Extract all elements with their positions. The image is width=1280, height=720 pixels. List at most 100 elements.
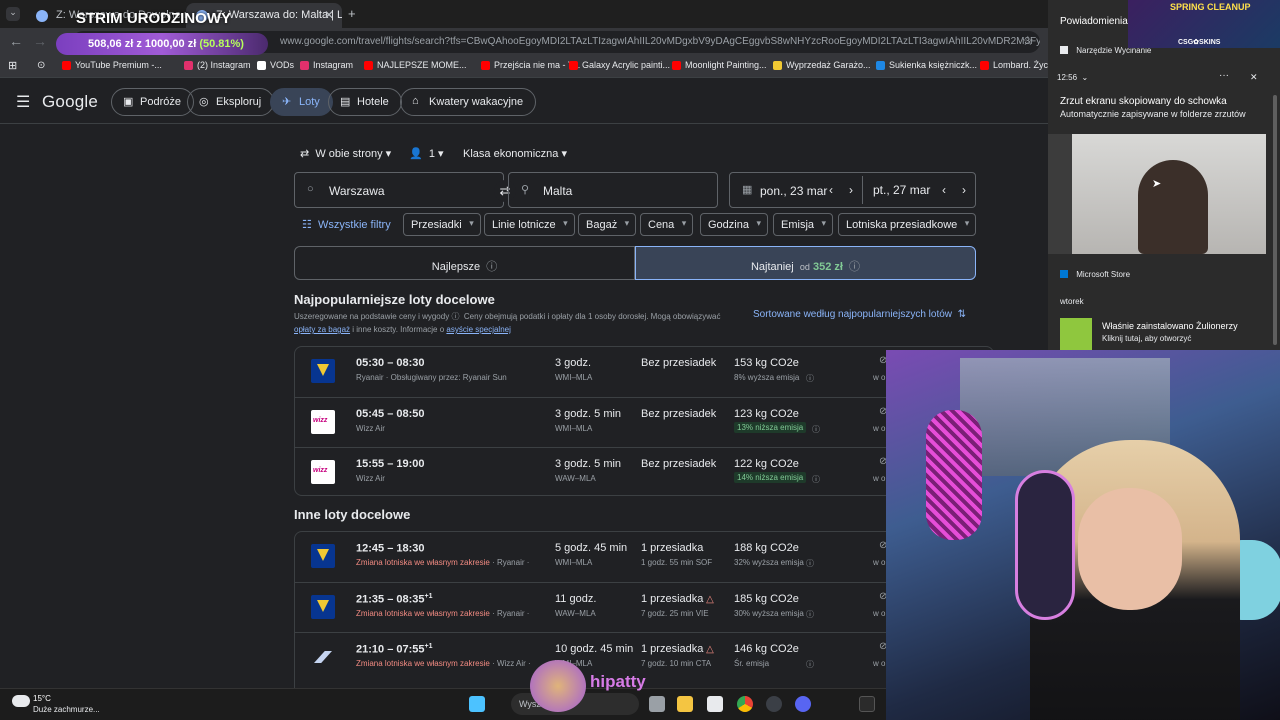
flight-airline: Wizz Air: [356, 474, 385, 483]
cloud-weather-icon[interactable]: [12, 695, 30, 707]
emission-note-text: 13% niższa emisja: [737, 423, 804, 432]
bookmark-item[interactable]: Wyprzedaż Garażo...: [773, 60, 870, 70]
origin-circle-icon: ○: [307, 183, 314, 195]
baggage-fees-link[interactable]: opłaty za bagaż: [294, 325, 350, 334]
filter-button[interactable]: Cena: [640, 213, 694, 236]
bookmark-item[interactable]: Lombard. Życie: [980, 60, 1055, 70]
flight-times: 21:35 – 08:35+1: [356, 593, 432, 606]
screenshot-copied-title[interactable]: Zrzut ekranu skopiowany do schowka: [1060, 96, 1227, 107]
install-title[interactable]: Właśnie zainstalowano Żulionerzy: [1102, 321, 1238, 331]
filter-button[interactable]: Lotniska przesiadkowe: [838, 213, 977, 236]
close-icon[interactable]: ✕: [1250, 72, 1258, 83]
passengers-select[interactable]: 👤 1 ▾: [409, 147, 444, 160]
weather-temp[interactable]: 15°C: [33, 694, 51, 703]
bookmark-item[interactable]: YouTube Premium -...: [62, 60, 162, 70]
return-prev-icon[interactable]: ‹: [942, 183, 946, 197]
main-menu-icon[interactable]: ☰: [16, 92, 30, 112]
sort-tab-cheapest[interactable]: Najtaniej od 352 zł ⓘ: [635, 246, 976, 280]
nav-chip-podroze[interactable]: ▣ Podróże: [111, 88, 194, 116]
all-filters-button[interactable]: ☷ Wszystkie filtry: [302, 218, 391, 231]
filter-button[interactable]: Linie lotnicze: [484, 213, 575, 236]
flight-airline: Zmiana lotniska we własnym zakresie · Ry…: [356, 558, 529, 567]
bookmark-item[interactable]: NAJLEPSZE MOME...: [364, 60, 467, 70]
google-logo[interactable]: Google: [42, 92, 98, 112]
all-filters-label: Wszystkie filtry: [318, 219, 391, 231]
info-icon[interactable]: ⓘ: [806, 659, 814, 670]
bookmark-label: VODs: [270, 60, 295, 70]
nav-chip-eksploruj[interactable]: ◎ Eksploruj: [187, 88, 275, 116]
forward-arrow-icon[interactable]: →: [33, 33, 47, 49]
nav-chip-hotele[interactable]: ▤ Hotele: [328, 88, 402, 116]
task-view-icon[interactable]: [649, 696, 665, 712]
destination-input[interactable]: ⚲ Malta: [508, 172, 718, 208]
filter-button[interactable]: Przesiadki: [403, 213, 481, 236]
filter-label: Godzina: [708, 219, 749, 231]
flight-emission: 185 kg CO2e: [734, 593, 799, 605]
streamer-avatar: [530, 660, 586, 712]
return-date[interactable]: pt., 27 mar: [873, 183, 930, 197]
goal-current: 508,06 zł: [88, 38, 134, 50]
more-options-icon[interactable]: ···: [1219, 70, 1229, 81]
bookmark-item[interactable]: (2) Instagram: [184, 60, 251, 70]
steam-icon[interactable]: [766, 696, 782, 712]
flight-route: WMI–MLA: [555, 373, 593, 382]
sort-popular-label: Sortowane według najpopularniejszych lot…: [753, 309, 953, 320]
file-explorer-icon[interactable]: [677, 696, 693, 712]
bookmark-item[interactable]: Instagram: [300, 60, 353, 70]
note-ranking: Uszeregowane na podstawie ceny i wygody: [294, 312, 450, 321]
close-tab-icon[interactable]: ✕: [324, 8, 334, 22]
sort-popular-button[interactable]: Sortowane według najpopularniejszych lot…: [753, 309, 966, 320]
back-arrow-icon[interactable]: ←: [9, 33, 23, 49]
windows-start-icon[interactable]: [469, 696, 485, 712]
filter-button[interactable]: Godzina: [700, 213, 768, 236]
chrome-icon[interactable]: [737, 696, 753, 712]
stops-label: Bez przesiadek: [641, 357, 717, 369]
airport-change-warning: Zmiana lotniska we własnym zakresie: [356, 659, 490, 668]
depart-date[interactable]: pon., 23 mar: [760, 184, 827, 198]
screenshot-copied-body: Automatycznie zapisywane w folderze zrzu…: [1060, 109, 1246, 119]
store-taskbar-icon[interactable]: [707, 696, 723, 712]
flight-stops: Bez przesiadek: [641, 357, 716, 369]
origin-input[interactable]: ○ Warszawa: [294, 172, 504, 208]
bookmark-item[interactable]: Przejścia nie ma - Y...: [481, 60, 580, 70]
info-icon[interactable]: ⓘ: [812, 474, 820, 485]
row-right-text: w o: [873, 424, 886, 433]
bookmark-item[interactable]: Sukienka księżniczk...: [876, 60, 977, 70]
apps-grid-icon[interactable]: ⊞: [8, 59, 17, 72]
sponsor-top-text: SPRING CLEANUP: [1170, 2, 1251, 12]
filter-button[interactable]: Emisja: [773, 213, 834, 236]
trip-type-select[interactable]: ⇄ W obie strony ▾: [300, 147, 391, 160]
info-icon[interactable]: ⓘ: [806, 609, 814, 620]
chrome-apps-icon[interactable]: ⊙: [37, 60, 45, 71]
discord-icon[interactable]: [795, 696, 811, 712]
special-assistance-link[interactable]: asyście specjalnej: [446, 325, 510, 334]
info-icon[interactable]: ⓘ: [812, 424, 820, 435]
info-icon[interactable]: ⓘ: [806, 558, 814, 569]
store-app-name: Microsoft Store: [1076, 270, 1131, 279]
notification-time[interactable]: 12:56 ⌄: [1057, 73, 1088, 82]
sort-tab-best[interactable]: Najlepsze ⓘ: [294, 246, 635, 280]
info-icon[interactable]: ⓘ: [451, 312, 459, 321]
flight-time: 12:45 – 18:30: [356, 542, 425, 555]
bookmark-item[interactable]: VODs: [257, 60, 294, 70]
depart-prev-icon[interactable]: ‹: [829, 183, 833, 197]
notification-scrollbar[interactable]: [1273, 95, 1277, 345]
filter-label: Cena: [648, 219, 675, 231]
app-icon[interactable]: [859, 696, 875, 712]
bookmark-label: Przejścia nie ma - Y...: [494, 60, 581, 70]
new-tab-button[interactable]: +: [348, 6, 356, 21]
streamer-name: hipatty: [590, 672, 646, 691]
nav-chip-loty[interactable]: ✈ Loty: [270, 88, 333, 116]
nav-chip-kwatery[interactable]: ⌂ Kwatery wakacyjne: [400, 88, 537, 116]
flight-duration: 3 godz. 5 min: [555, 458, 622, 470]
bookmark-item[interactable]: Moonlight Painting...: [672, 60, 767, 70]
bookmark-star-icon[interactable]: ☆: [1022, 33, 1034, 49]
return-next-icon[interactable]: ›: [962, 183, 966, 197]
filter-button[interactable]: Bagaż: [578, 213, 637, 236]
depart-next-icon[interactable]: ›: [849, 183, 853, 197]
bookmark-label: YouTube Premium -...: [75, 60, 162, 70]
cabin-select[interactable]: Klasa ekonomiczna ▾: [463, 147, 567, 160]
bookmark-item[interactable]: Galaxy Acrylic painti...: [569, 60, 670, 70]
info-icon[interactable]: ⓘ: [806, 373, 814, 384]
tab-search-icon[interactable]: ⌄: [6, 7, 20, 21]
